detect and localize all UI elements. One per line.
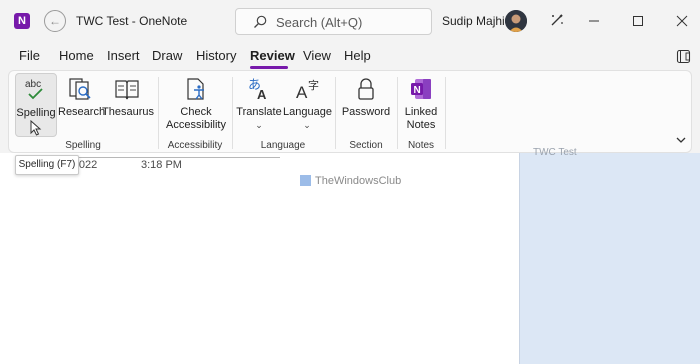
watermark-logo-icon (300, 175, 311, 186)
group-label-section: Section (349, 140, 383, 151)
abc-check-icon: abc (23, 77, 49, 106)
linked-notes-icon: N (408, 76, 434, 105)
spelling-tooltip: Spelling (F7) (15, 155, 79, 175)
close-icon (676, 15, 688, 27)
check-accessibility-line1: Check (180, 106, 212, 118)
page-time: 3:18 PM (141, 159, 182, 171)
chevron-down-icon: ⌄ (303, 120, 311, 130)
group-separator (158, 77, 159, 149)
group-separator (445, 77, 446, 149)
minimize-button[interactable] (571, 8, 617, 34)
close-button[interactable] (659, 8, 700, 34)
minimize-icon (589, 20, 599, 22)
search-icon (254, 15, 267, 28)
check-accessibility-line2: Accessibility (166, 119, 226, 131)
lock-icon (353, 76, 379, 105)
check-accessibility-button[interactable]: Check Accessibility (161, 73, 231, 137)
thesaurus-button[interactable]: Thesaurus (102, 73, 154, 137)
review-ribbon: abc Spelling Research Thesaurus Spelling… (8, 70, 692, 153)
menu-review[interactable]: Review (250, 48, 295, 63)
group-label-accessibility: Accessibility (167, 140, 223, 151)
group-separator (232, 77, 233, 149)
menu-draw[interactable]: Draw (152, 48, 182, 63)
language-button[interactable]: A 字 Language ⌄ (283, 73, 332, 137)
note-page[interactable] (0, 153, 519, 364)
onenote-glyph-text: N (414, 85, 421, 96)
linked-notes-line2: Notes (406, 119, 436, 131)
side-page-title[interactable]: TWC Test (533, 147, 577, 158)
mouse-cursor-icon (30, 120, 42, 136)
password-label: Password (341, 106, 391, 118)
pen-sparkle-icon[interactable] (549, 12, 565, 28)
onenote-app-icon: N (14, 13, 30, 29)
search-placeholder: Search (Alt+Q) (276, 15, 363, 30)
linked-notes-label: Linked Notes (400, 106, 442, 132)
language-icon: A 字 (294, 76, 320, 105)
menu-bar: File Home Insert Draw History Review Vie… (0, 42, 700, 69)
accessibility-check-icon (183, 76, 209, 105)
check-accessibility-label: Check Accessibility (161, 106, 231, 132)
title-bar: N ← TWC Test - OneNote Search (Alt+Q) Su… (0, 0, 700, 42)
maximize-icon (633, 16, 643, 26)
chevron-down-icon[interactable] (675, 135, 687, 145)
language-label: Language ⌄ (283, 106, 332, 132)
translate-text: Translate (236, 106, 282, 118)
notebook-icon[interactable] (676, 49, 691, 64)
group-separator (335, 77, 336, 149)
window-title: TWC Test - OneNote (76, 14, 188, 28)
page-list-pane[interactable] (519, 153, 700, 364)
translate-button[interactable]: あ A Translate ⌄ (235, 73, 283, 137)
back-button[interactable]: ← (44, 10, 66, 32)
active-tab-indicator (250, 66, 288, 69)
group-label-spelling: Spelling (65, 140, 101, 151)
menu-insert[interactable]: Insert (107, 48, 140, 63)
abc-glyph-text: abc (25, 79, 41, 90)
translate-label: Translate ⌄ (235, 106, 283, 132)
linked-notes-line1: Linked (404, 106, 438, 118)
menu-file[interactable]: File (19, 48, 40, 63)
menu-history[interactable]: History (196, 48, 236, 63)
svg-text:字: 字 (308, 78, 319, 92)
back-arrow-icon: ← (49, 14, 61, 28)
language-text: Language (283, 106, 332, 118)
linked-notes-button[interactable]: N Linked Notes (400, 73, 442, 137)
thesaurus-icon (114, 76, 140, 105)
research-label: Research (58, 106, 106, 118)
password-button[interactable]: Password (340, 73, 392, 137)
translate-icon: あ A (246, 76, 272, 105)
search-input[interactable]: Search (Alt+Q) (235, 8, 432, 35)
group-label-notes: Notes (407, 140, 435, 151)
svg-text:A: A (296, 83, 308, 102)
user-name[interactable]: Sudip Majhi (442, 14, 505, 28)
research-icon (67, 76, 93, 105)
maximize-button[interactable] (615, 8, 661, 34)
thesaurus-label: Thesaurus (102, 106, 154, 118)
watermark-text: TheWindowsClub (315, 175, 402, 187)
research-button[interactable]: Research (58, 73, 106, 137)
menu-help[interactable]: Help (344, 48, 371, 63)
group-label-language: Language (260, 140, 306, 151)
menu-view[interactable]: View (303, 48, 331, 63)
spelling-label: Spelling (16, 107, 56, 119)
svg-text:A: A (257, 87, 267, 102)
menu-home[interactable]: Home (59, 48, 94, 63)
avatar[interactable] (505, 10, 527, 32)
group-separator (397, 77, 398, 149)
chevron-down-icon: ⌄ (255, 120, 263, 130)
